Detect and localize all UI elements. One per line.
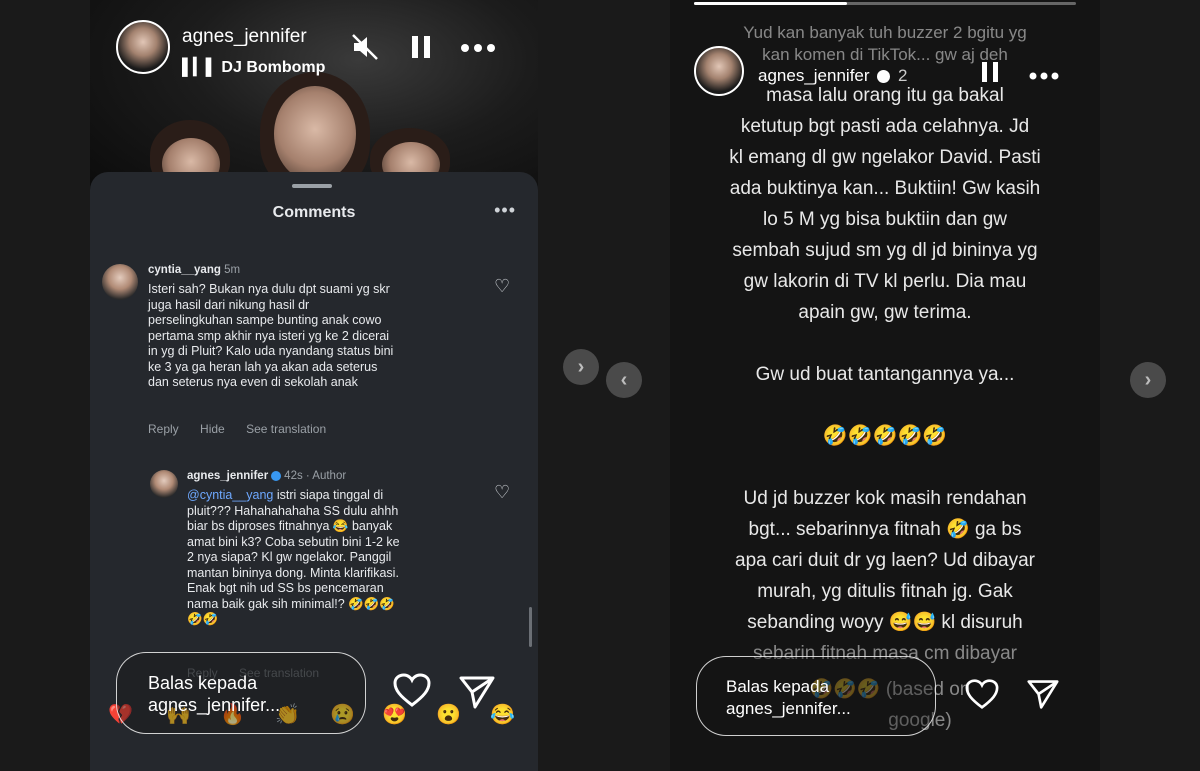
reply-body: @cyntia__yang istri siapa tinggal di plu… xyxy=(187,488,400,626)
comments-more-icon[interactable]: ••• xyxy=(494,200,516,221)
like-comment-heart-icon[interactable]: ♡ xyxy=(494,276,510,297)
user-avatar[interactable] xyxy=(116,20,170,74)
comment-body: Isteri sah? Bukan nya dulu dpt suami yg … xyxy=(148,282,394,389)
story-caption: masa lalu orang itu ga bakal ketutup bgt… xyxy=(729,85,1041,664)
reply-link[interactable]: Reply xyxy=(148,422,179,436)
sheet-drag-handle[interactable] xyxy=(292,184,332,188)
reply-placeholder: Balas kepada agnes_jennifer... xyxy=(726,677,851,718)
music-bars-icon: ▌▎▌ xyxy=(182,59,222,76)
music-track[interactable]: ▌▎▌ DJ Bombomp xyxy=(182,57,325,77)
pause-icon[interactable] xyxy=(410,34,432,65)
story-right: Yud kan banyak tuh buzzer 2 bgitu yg kan… xyxy=(670,0,1100,771)
story-header: agnes_jennifer ▌▎▌ DJ Bombomp xyxy=(116,20,520,80)
chevron-right-icon[interactable]: › xyxy=(563,349,599,385)
story-username[interactable]: agnes_jennifer xyxy=(182,26,307,48)
heart-outline-icon[interactable] xyxy=(392,672,432,717)
heart-outline-icon[interactable] xyxy=(964,678,1000,719)
story-left: agnes_jennifer ▌▎▌ DJ Bombomp Comments •… xyxy=(90,0,538,771)
see-translation-link[interactable]: See translation xyxy=(246,422,326,436)
more-horizontal-icon[interactable] xyxy=(460,40,496,58)
comments-scrollbar[interactable] xyxy=(529,607,532,647)
story-progress-bar xyxy=(694,2,1076,5)
reply-username[interactable]: agnes_jennifer 42s · Author xyxy=(187,470,346,482)
mention-link[interactable]: @cyntia__yang xyxy=(187,488,273,502)
verified-badge-icon xyxy=(271,470,282,481)
commenter-avatar[interactable] xyxy=(102,264,138,300)
chevron-left-icon[interactable]: ‹ xyxy=(606,362,642,398)
author-avatar[interactable] xyxy=(150,470,178,498)
paper-plane-icon[interactable] xyxy=(458,674,496,719)
comment-username[interactable]: cyntia__yang 5m xyxy=(148,264,240,276)
chevron-right-icon[interactable]: › xyxy=(1130,362,1166,398)
story-overlay-text: Yud kan banyak tuh buzzer 2 bgitu yg kan… xyxy=(743,23,1027,64)
hide-link[interactable]: Hide xyxy=(200,422,225,436)
like-reply-heart-icon[interactable]: ♡ xyxy=(494,482,510,503)
speaker-muted-icon[interactable] xyxy=(350,32,380,67)
comment-actions: Reply Hide See translation xyxy=(148,422,344,436)
reply-placeholder: Balas kepada agnes_jennifer... xyxy=(148,673,281,715)
paper-plane-icon[interactable] xyxy=(1026,678,1060,719)
comments-title: Comments xyxy=(272,204,356,221)
